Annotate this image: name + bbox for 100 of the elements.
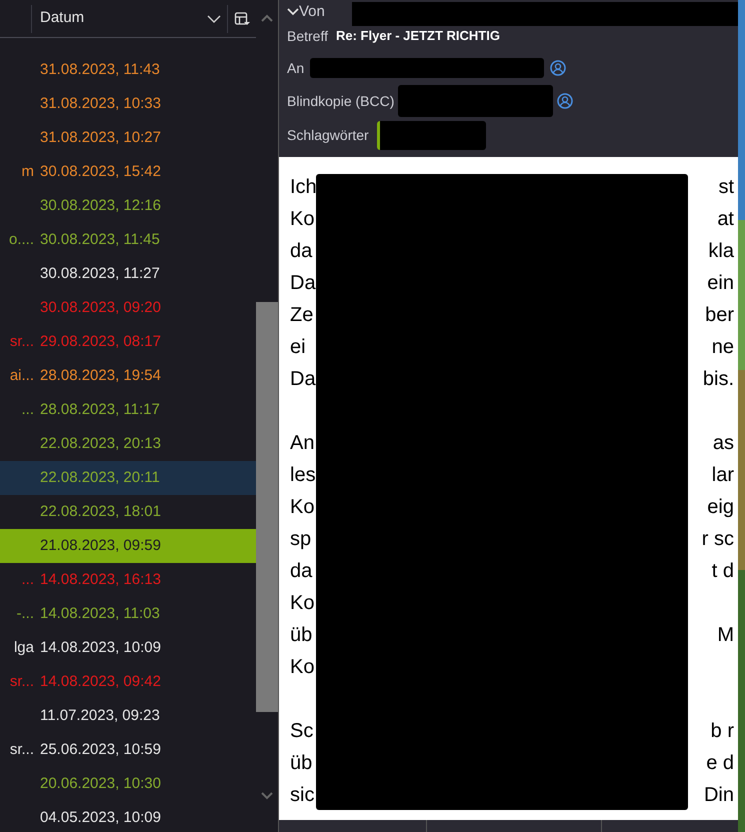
subject-text: Re: Flyer - JETZT RICHTIG	[336, 27, 500, 46]
message-row[interactable]: 11.07.2023, 09:23	[0, 699, 256, 733]
column-picker-icon[interactable]	[234, 10, 250, 26]
subject-text: ...	[21, 570, 34, 590]
date-text: 31.08.2023, 11:43	[40, 60, 160, 80]
date-text: 14.08.2023, 10:09	[40, 638, 161, 658]
date-text: 29.08.2023, 08:17	[40, 332, 161, 352]
message-row[interactable]: ... 14.08.2023, 16:13	[0, 563, 256, 597]
body-text: Da	[290, 367, 316, 392]
message-row[interactable]: 31.08.2023, 10:33	[0, 87, 256, 121]
date-text: 22.08.2023, 20:13	[40, 434, 161, 454]
date-text: 30.08.2023, 12:16	[40, 196, 161, 216]
message-row[interactable]: ai... 28.08.2023, 19:54	[0, 359, 256, 393]
subject-text: lga	[14, 638, 34, 658]
date-text: 30.08.2023, 09:20	[40, 298, 161, 318]
body-text: M	[717, 623, 734, 648]
date-text: 30.08.2023, 11:27	[40, 264, 160, 284]
body-text: ber	[705, 303, 734, 328]
tags-label: Schlagwörter	[287, 126, 369, 145]
subject-text: ai...	[10, 366, 34, 386]
body-text: Ko	[290, 495, 314, 520]
body-text: ein	[707, 271, 734, 296]
message-row[interactable]: 04.05.2023, 10:09	[0, 801, 256, 832]
scroll-up-icon[interactable]	[261, 14, 273, 22]
date-text: 04.05.2023, 10:09	[40, 808, 161, 828]
date-text: 28.08.2023, 11:17	[40, 400, 160, 420]
body-text: at	[717, 207, 734, 232]
body-text: Ze	[290, 303, 314, 328]
date-text: 14.08.2023, 09:42	[40, 672, 161, 692]
bcc-label: Blindkopie (BCC)	[287, 92, 394, 111]
body-text: kla	[708, 239, 734, 264]
contact-icon[interactable]	[557, 93, 574, 109]
scroll-down-icon[interactable]	[261, 792, 273, 800]
body-text: bis.	[702, 367, 734, 392]
body-text: Sc	[290, 719, 314, 744]
message-row[interactable]: 22.08.2023, 18:01	[0, 495, 256, 529]
subject-text: sr...	[10, 740, 34, 760]
scrollbar-thumb[interactable]	[256, 302, 278, 712]
body-text: Da	[290, 271, 316, 296]
body-text: da	[290, 559, 312, 584]
body-text: ne	[712, 335, 734, 360]
date-text: 28.08.2023, 19:54	[40, 366, 161, 386]
from-label: Von	[299, 2, 325, 22]
message-row[interactable]: 30.08.2023, 09:20	[0, 291, 256, 325]
date-text: 21.08.2023, 09:59	[40, 536, 161, 556]
body-text: Ich	[290, 175, 317, 200]
subject-text: -...	[16, 604, 34, 624]
message-row[interactable]: 22.08.2023, 20:11	[0, 461, 256, 495]
message-row[interactable]: lga 14.08.2023, 10:09	[0, 631, 256, 665]
body-text: sp	[290, 527, 312, 552]
body-text: sic	[290, 783, 314, 808]
date-text: 22.08.2023, 20:11	[40, 468, 160, 488]
body-text: üb	[290, 623, 312, 648]
message-row[interactable]: 30.08.2023, 12:16	[0, 189, 256, 223]
subject-text: sr...	[10, 672, 34, 692]
body-text: as	[712, 431, 734, 456]
date-text: 30.08.2023, 15:42	[40, 162, 161, 182]
body-text: b r	[710, 719, 734, 744]
date-text: 25.06.2023, 10:59	[40, 740, 161, 760]
body-text: An	[290, 431, 314, 456]
date-text: 22.08.2023, 18:01	[40, 502, 161, 522]
body-text: Din	[704, 783, 734, 808]
message-row[interactable]: 31.08.2023, 11:43	[0, 53, 256, 87]
message-row[interactable]: 22.08.2023, 20:13	[0, 427, 256, 461]
body-text: e d	[706, 751, 734, 776]
body-text: r sc	[702, 527, 734, 552]
body-text: ei	[290, 335, 306, 360]
body-text: Ko	[290, 207, 314, 232]
date-text: 31.08.2023, 10:27	[40, 128, 161, 148]
subject-text: ...	[21, 400, 34, 420]
to-label: An	[287, 58, 304, 78]
body-text: les	[290, 463, 316, 488]
subject-text: o....	[8, 230, 34, 250]
message-row[interactable]: 20.06.2023, 10:30	[0, 767, 256, 801]
subject-label: Betreff	[287, 26, 328, 46]
column-header[interactable]: Datum	[32, 4, 228, 32]
date-text: 11.07.2023, 09:23	[40, 706, 160, 726]
message-row[interactable]: m 30.08.2023, 15:42	[0, 155, 256, 189]
message-row[interactable]: sr... 25.06.2023, 10:59	[0, 733, 256, 767]
body-text: Ko	[290, 655, 314, 680]
body-text: t d	[712, 559, 734, 584]
message-row[interactable]: sr... 29.08.2023, 08:17	[0, 325, 256, 359]
contact-icon[interactable]	[550, 60, 566, 76]
message-row[interactable]: sr... 14.08.2023, 09:42	[0, 665, 256, 699]
date-text: 14.08.2023, 16:13	[40, 570, 161, 590]
date-text: 30.08.2023, 11:45	[40, 230, 160, 250]
message-row[interactable]: o.... 30.08.2023, 11:45	[0, 223, 256, 257]
body-text: eig	[707, 495, 734, 520]
message-row[interactable]: -... 14.08.2023, 11:03	[0, 597, 256, 631]
chevron-down-icon	[207, 14, 221, 24]
date-text: 14.08.2023, 11:03	[40, 604, 160, 624]
message-row[interactable]: 30.08.2023, 11:27	[0, 257, 256, 291]
message-row[interactable]: 21.08.2023, 09:59	[0, 529, 256, 563]
body-text: üb	[290, 751, 312, 776]
message-row[interactable]: ... 28.08.2023, 11:17	[0, 393, 256, 427]
body-text: da	[290, 239, 312, 264]
body-text: lar	[712, 463, 734, 488]
subject-text: sr...	[10, 332, 34, 352]
message-row[interactable]: 31.08.2023, 10:27	[0, 121, 256, 155]
chevron-down-icon[interactable]	[287, 7, 299, 17]
